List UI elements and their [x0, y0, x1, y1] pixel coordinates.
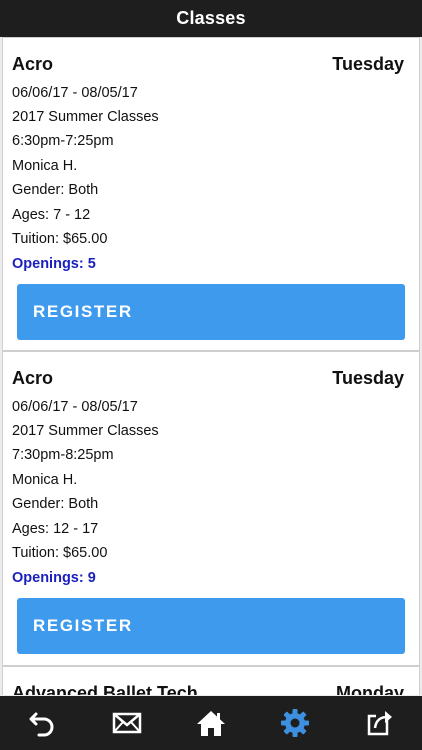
class-tuition: Tuition: $65.00	[12, 545, 108, 561]
class-session: 2017 Summer Classes	[12, 109, 159, 125]
bottom-toolbar	[0, 696, 422, 750]
class-name: Acro	[12, 367, 54, 388]
home-button[interactable]	[169, 696, 253, 750]
register-button[interactable]: REGISTER	[17, 598, 405, 654]
class-session: 2017 Summer Classes	[12, 423, 159, 439]
class-name: Advanced Ballet Tech	[12, 682, 198, 696]
gear-icon	[281, 709, 310, 737]
class-ages: Ages: 7 - 12	[12, 207, 91, 223]
app-header: Classes	[0, 0, 422, 37]
share-button[interactable]	[338, 696, 422, 750]
class-card: Advanced Ballet Tech Monday	[2, 666, 420, 695]
home-icon	[197, 711, 226, 736]
settings-button[interactable]	[253, 696, 337, 750]
class-ages: Ages: 12 - 17	[12, 521, 99, 537]
class-gender: Gender: Both	[12, 182, 99, 198]
class-dates: 06/06/17 - 08/05/17	[12, 85, 138, 101]
class-card-header: Advanced Ballet Tech Monday	[12, 681, 410, 696]
class-dates: 06/06/17 - 08/05/17	[12, 399, 138, 415]
class-name: Acro	[12, 53, 54, 74]
undo-icon	[29, 712, 54, 737]
mail-icon	[112, 712, 141, 734]
class-day: Tuesday	[332, 367, 404, 388]
class-time: 6:30pm-7:25pm	[12, 133, 114, 149]
share-icon	[367, 711, 392, 736]
class-time: 7:30pm-8:25pm	[12, 447, 114, 463]
page-title: Classes	[176, 8, 246, 28]
register-button[interactable]: REGISTER	[17, 284, 405, 340]
class-instructor: Monica H.	[12, 158, 78, 174]
class-instructor: Monica H.	[12, 472, 78, 488]
undo-button[interactable]	[0, 696, 84, 750]
class-day: Monday	[335, 682, 404, 696]
class-gender: Gender: Both	[12, 496, 99, 512]
class-list[interactable]: Acro Tuesday 06/06/17 - 08/05/17 2017 Su…	[0, 37, 422, 695]
class-openings: Openings: 9	[12, 570, 96, 586]
class-day: Tuesday	[332, 53, 404, 74]
class-openings: Openings: 5	[12, 256, 96, 272]
class-tuition: Tuition: $65.00	[12, 231, 108, 247]
class-card: Acro Tuesday 06/06/17 - 08/05/17 2017 Su…	[2, 351, 420, 666]
mail-button[interactable]	[84, 696, 168, 750]
class-card-header: Acro Tuesday	[12, 366, 410, 390]
class-card: Acro Tuesday 06/06/17 - 08/05/17 2017 Su…	[2, 37, 420, 351]
class-card-header: Acro Tuesday	[12, 52, 410, 76]
